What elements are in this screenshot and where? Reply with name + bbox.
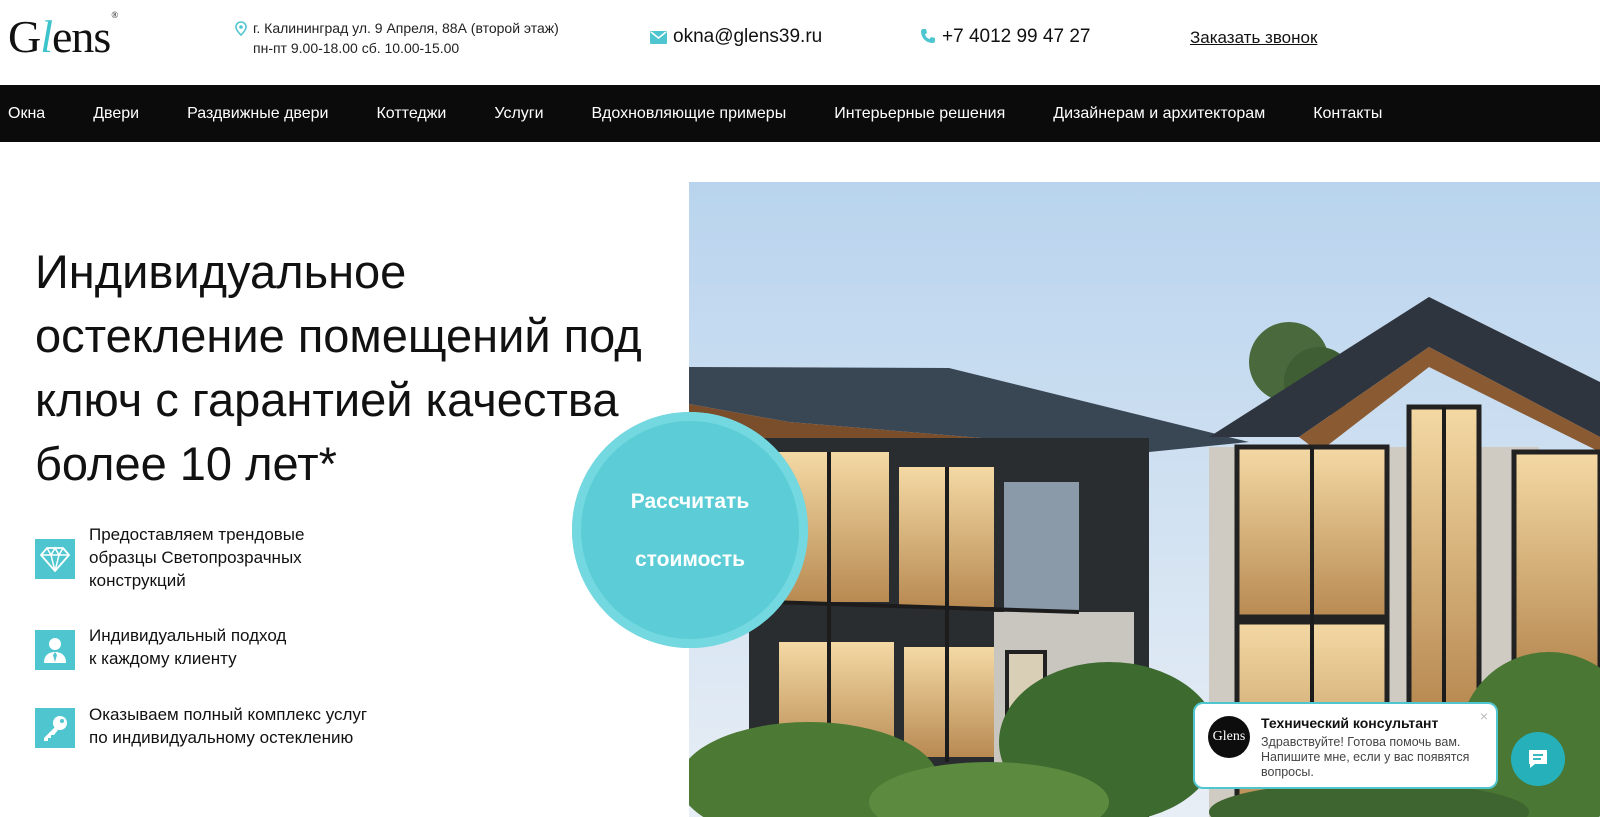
nav-item-doors[interactable]: Двери (85, 105, 139, 123)
person-icon (35, 630, 75, 670)
nav-item-interior-solutions[interactable]: Интерьерные решения (826, 105, 1005, 123)
address-text: г. Калининград ул. 9 Апреля, 88А (второй… (253, 20, 559, 36)
feature-text: Предоставляем трендовые образцы Светопро… (89, 525, 305, 590)
phone-icon (921, 29, 935, 43)
callback-link[interactable]: Заказать звонок (1190, 28, 1317, 48)
chat-icon (1529, 750, 1547, 768)
nav-item-inspiring-examples[interactable]: Вдохновляющие примеры (584, 105, 787, 123)
hero-title: Индивидуальное остекление помещений под … (35, 245, 642, 490)
site-logo[interactable]: Glens® (8, 10, 118, 63)
feature-text: Оказываем полный комплекс услуг по индив… (89, 705, 368, 747)
main-nav: Окна Двери Раздвижные двери Коттеджи Усл… (0, 85, 1600, 142)
consultant-avatar: Glens (1208, 716, 1250, 758)
chat-popup[interactable]: Glens Технический консультант Здравствуй… (1193, 702, 1498, 789)
chat-message: Здравствуйте! Готова помочь вам. Напишит… (1261, 735, 1470, 779)
nav-item-contacts[interactable]: Контакты (1305, 105, 1382, 123)
address-block: г. Калининград ул. 9 Апреля, 88А (второй… (235, 18, 559, 58)
site-header: Glens® г. Калининград ул. 9 Апреля, 88А … (0, 0, 1600, 85)
location-pin-icon (235, 21, 247, 36)
diamond-icon (35, 539, 75, 579)
phone-link[interactable]: +7 4012 99 47 27 (920, 26, 1090, 48)
nav-item-windows[interactable]: Окна (0, 105, 45, 123)
key-icon (35, 708, 75, 748)
nav-item-services[interactable]: Услуги (486, 105, 543, 123)
nav-item-sliding-doors[interactable]: Раздвижные двери (179, 105, 328, 123)
nav-item-designers[interactable]: Дизайнерам и архитекторам (1045, 105, 1265, 123)
chat-open-button[interactable] (1511, 732, 1565, 786)
calculate-cost-button[interactable]: Рассчитать стоимость (572, 412, 808, 648)
nav-item-cottages[interactable]: Коттеджи (368, 105, 446, 123)
chat-close-icon[interactable]: × (1480, 708, 1488, 724)
email-link[interactable]: okna@glens39.ru (650, 26, 822, 48)
chat-title: Технический консультант (1261, 715, 1439, 731)
working-hours: пн-пт 9.00-18.00 сб. 10.00-15.00 (253, 40, 460, 56)
mail-icon (650, 31, 667, 44)
feature-text: Индивидуальный подход к каждому клиенту (89, 626, 287, 668)
